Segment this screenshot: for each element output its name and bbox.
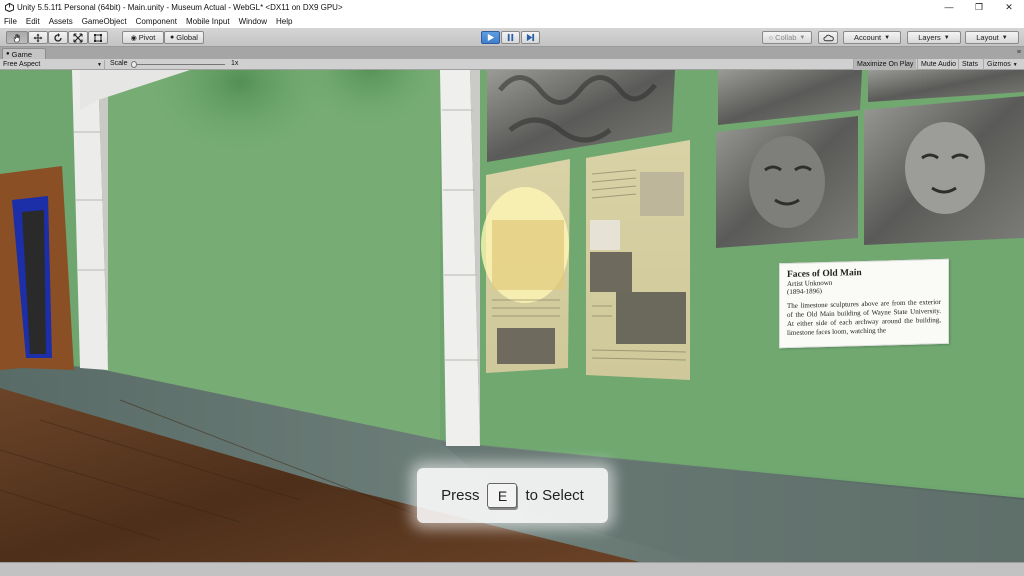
minimize-icon[interactable]: —: [934, 0, 964, 14]
keycap-e: E: [487, 483, 518, 508]
layout-label: Layout: [976, 33, 999, 42]
play-button[interactable]: [481, 31, 500, 44]
cloud-icon: [822, 34, 834, 41]
main-toolbar: ◉ Pivot ● Global ○ Collab ▼ Account ▼ La…: [0, 28, 1024, 47]
interaction-prompt: Press E to Select: [417, 468, 608, 523]
rotate-icon: [54, 32, 62, 42]
exhibit-plaque: Faces of Old Main Artist Unknown (1894-1…: [779, 258, 949, 349]
title-bar: Unity 5.5.1f1 Personal (64bit) - Main.un…: [0, 0, 1024, 14]
chevron-down-icon: ▼: [97, 61, 102, 68]
menu-component[interactable]: Component: [136, 17, 177, 26]
rotate-tool-button[interactable]: [48, 31, 68, 44]
maximize-on-play-toggle[interactable]: Maximize On Play: [853, 59, 917, 70]
unity-editor-window: Unity 5.5.1f1 Personal (64bit) - Main.un…: [0, 0, 1024, 576]
aspect-dropdown[interactable]: Free Aspect ▼: [3, 60, 105, 69]
rect-tool-button[interactable]: [88, 31, 108, 44]
pause-button[interactable]: [501, 31, 520, 44]
play-icon: [487, 33, 495, 42]
gizmos-label: Gizmos: [987, 61, 1011, 68]
account-dropdown[interactable]: Account ▼: [843, 31, 901, 44]
exhibit-description: The limestone sculptures above are from …: [787, 297, 941, 338]
status-bar: [0, 562, 1024, 576]
menu-help[interactable]: Help: [276, 17, 292, 26]
pivot-label: Pivot: [138, 33, 156, 42]
pivot-icon: ◉: [130, 34, 137, 42]
game-viewport[interactable]: Faces of Old Main Artist Unknown (1894-1…: [0, 70, 1024, 562]
chevron-down-icon: ▼: [1012, 61, 1018, 68]
gizmos-dropdown[interactable]: Gizmos ▼: [983, 59, 1021, 70]
window-title: Unity 5.5.1f1 Personal (64bit) - Main.un…: [17, 2, 343, 12]
account-label: Account: [853, 33, 882, 42]
global-label: Global: [176, 33, 198, 42]
layers-dropdown[interactable]: Layers ▼: [907, 31, 961, 44]
unity-logo-icon: [4, 2, 14, 12]
menu-assets[interactable]: Assets: [49, 17, 73, 26]
layout-dropdown[interactable]: Layout ▼: [965, 31, 1019, 44]
scale-value: 1x: [231, 60, 239, 67]
close-icon[interactable]: ✕: [994, 0, 1024, 14]
menu-file[interactable]: File: [4, 17, 17, 26]
maximize-on-play-label: Maximize On Play: [857, 61, 914, 68]
aspect-label: Free Aspect: [3, 61, 41, 68]
stats-toggle[interactable]: Stats: [958, 59, 981, 70]
step-icon: [526, 33, 535, 42]
globe-icon: ●: [170, 34, 175, 41]
tab-game-label: Game: [11, 49, 33, 59]
scale-slider-track[interactable]: [133, 64, 225, 65]
tab-options-icon[interactable]: ≡: [1017, 49, 1021, 56]
rect-tool-icon: [94, 33, 102, 42]
move-arrows-icon: [33, 33, 43, 42]
scale-label: Scale: [110, 60, 128, 67]
global-toggle[interactable]: ● Global: [164, 31, 204, 44]
scale-tool-button[interactable]: [68, 31, 88, 44]
chevron-down-icon: ▼: [799, 34, 806, 41]
mute-audio-label: Mute Audio: [921, 61, 957, 68]
scale-arrows-icon: [73, 32, 83, 43]
collab-label: Collab: [775, 33, 797, 42]
menu-edit[interactable]: Edit: [26, 17, 40, 26]
collab-icon: ○: [768, 33, 774, 42]
collab-button[interactable]: ○ Collab ▼: [762, 31, 812, 44]
layers-label: Layers: [918, 33, 941, 42]
game-view-controls: Free Aspect ▼ Scale 1x Maximize On Play …: [0, 59, 1024, 70]
pause-icon: [507, 33, 514, 42]
prompt-press-text: Press: [441, 487, 480, 504]
menu-window[interactable]: Window: [239, 17, 267, 26]
tab-game[interactable]: ● Game: [2, 48, 46, 59]
gamepad-icon: ●: [6, 51, 10, 57]
tab-strip: ● Game ≡: [0, 47, 1024, 59]
menu-gameobject[interactable]: GameObject: [82, 17, 127, 26]
menu-mobile-input[interactable]: Mobile Input: [186, 17, 230, 26]
mute-audio-toggle[interactable]: Mute Audio: [917, 59, 959, 70]
chevron-down-icon: ▼: [884, 34, 891, 41]
menu-bar: File Edit Assets GameObject Component Mo…: [0, 14, 1024, 28]
move-tool-button[interactable]: [28, 31, 48, 44]
prompt-select-text: to Select: [525, 487, 584, 504]
stats-label: Stats: [962, 61, 978, 68]
step-button[interactable]: [521, 31, 540, 44]
chevron-down-icon: ▼: [943, 34, 950, 41]
pivot-toggle[interactable]: ◉ Pivot: [122, 31, 164, 44]
hand-tool-button[interactable]: [6, 31, 28, 44]
chevron-down-icon: ▼: [1001, 34, 1008, 41]
hand-icon: [13, 33, 21, 42]
scale-slider-handle[interactable]: [131, 61, 137, 68]
restore-icon[interactable]: ❐: [964, 0, 994, 14]
cloud-button[interactable]: [818, 31, 838, 44]
